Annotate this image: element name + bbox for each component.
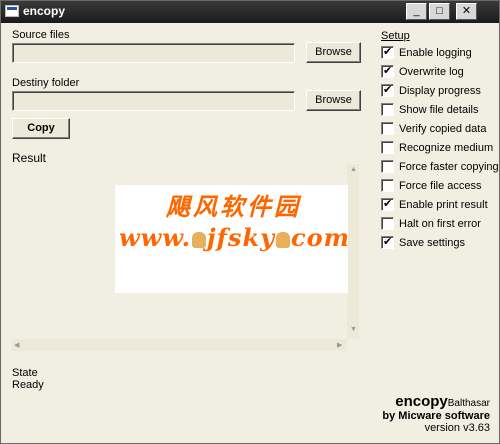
scroll-left-icon[interactable]: ◀ [14,341,19,349]
state-label: State [12,367,38,379]
destiny-browse-button[interactable]: Browse [306,90,361,111]
scroll-up-icon[interactable]: ▲ [350,166,357,173]
copy-button[interactable]: Copy [12,118,70,139]
brand-name: encopy [395,393,448,410]
source-files-input[interactable] [12,43,295,63]
source-browse-button[interactable]: Browse [306,42,361,63]
checkbox[interactable] [381,217,394,230]
state-value: Ready [12,379,44,391]
checkbox[interactable] [381,122,394,135]
minimize-button[interactable]: _ [406,3,427,20]
setup-option[interactable]: Display progress [381,83,481,100]
brand-version: version v3.63 [424,422,490,434]
watermark-line2: www. jfsky com [119,223,351,252]
window-title: encopy [23,4,66,18]
destiny-folder-input[interactable] [12,91,295,111]
setup-option[interactable]: Force file access [381,179,482,195]
setup-option-label: Enable print result [399,199,488,211]
title-bar[interactable]: encopy _ □ ✕ [1,1,499,23]
watermark-line1: 飓风软件园 [166,192,301,221]
destiny-folder-label: Destiny folder [12,77,80,89]
horizontal-scrollbar[interactable]: ◀ ▶ [12,339,347,351]
checkbox[interactable] [381,64,394,78]
checkbox[interactable] [381,141,394,154]
brand-sub: Balthasar [447,398,490,409]
checkbox[interactable] [381,83,394,97]
checkbox[interactable] [381,160,394,173]
hand-icon [191,232,206,248]
setup-option-label: Recognize medium [399,142,494,154]
checkbox[interactable] [381,45,394,59]
app-window: encopy _ □ ✕ Source files Browse Destiny… [0,0,500,444]
close-button[interactable]: ✕ [456,3,477,20]
branding: encopyBalthasar by Micware software vers… [382,393,490,434]
checkbox[interactable] [381,235,394,249]
setup-label: Setup [381,30,410,42]
watermark-part1: www. [119,223,191,252]
setup-option[interactable]: Verify copied data [381,122,486,138]
maximize-button[interactable]: □ [429,3,450,20]
watermark-overlay: 飓风软件园 www. jfsky com [115,185,351,293]
setup-option[interactable]: Overwrite log [381,64,464,81]
setup-option-label: Force faster copying [399,161,499,173]
source-files-label: Source files [12,29,70,41]
setup-option-label: Save settings [399,237,466,249]
setup-option[interactable]: Recognize medium [381,141,493,157]
result-label: Result [12,151,47,165]
scroll-right-icon[interactable]: ▶ [337,341,342,349]
setup-option-label: Halt on first error [399,218,481,230]
checkbox[interactable] [381,197,394,211]
setup-option-label: Enable logging [399,47,472,59]
watermark-part2: jfsky [206,223,276,252]
setup-option-label: Force file access [399,180,482,192]
setup-option[interactable]: Enable logging [381,45,472,62]
client-area: Source files Browse Destiny folder Brows… [2,23,499,443]
checkbox[interactable] [381,103,394,116]
watermark-part3: com [291,223,351,252]
state-section: State Ready [12,367,44,391]
hand-icon [276,232,291,248]
checkbox[interactable] [381,179,394,192]
brand-by: by Micware software [382,410,490,422]
setup-option[interactable]: Show file details [381,103,479,119]
setup-option[interactable]: Halt on first error [381,217,481,233]
app-icon [5,5,19,17]
setup-option[interactable]: Force faster copying [381,160,499,176]
setup-option-label: Display progress [399,85,481,97]
setup-option-label: Show file details [399,104,479,116]
setup-option[interactable]: Enable print result [381,197,488,214]
setup-option[interactable]: Save settings [381,235,466,252]
scroll-down-icon[interactable]: ▼ [350,326,357,333]
setup-option-label: Verify copied data [399,123,487,135]
setup-option-label: Overwrite log [399,66,464,78]
